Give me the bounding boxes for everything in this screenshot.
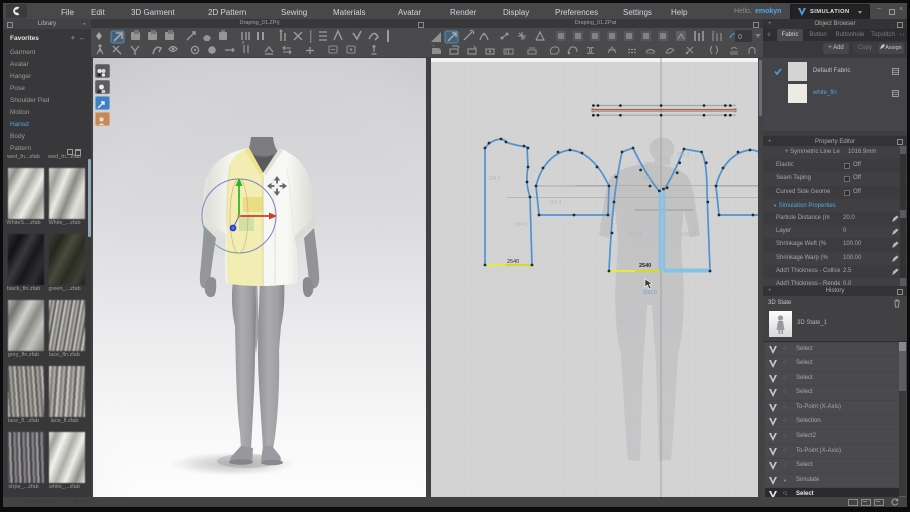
svg-text:1064.2: 1064.2: [627, 232, 643, 238]
svg-text:m: m: [712, 29, 716, 34]
svg-text:255.4: 255.4: [549, 200, 562, 206]
svg-text:2540: 2540: [639, 263, 651, 269]
svg-text:+: +: [432, 43, 435, 48]
svg-text:104.2: 104.2: [515, 222, 528, 228]
svg-text:500.0: 500.0: [643, 290, 657, 296]
svg-text:1064.3: 1064.3: [681, 232, 697, 238]
svg-text:164.1: 164.1: [488, 176, 501, 182]
svg-text:255.1: 255.1: [677, 152, 690, 158]
svg-text:2540: 2540: [507, 259, 519, 265]
svg-text:508.2: 508.2: [641, 176, 654, 182]
svg-text:0: 0: [738, 34, 742, 41]
